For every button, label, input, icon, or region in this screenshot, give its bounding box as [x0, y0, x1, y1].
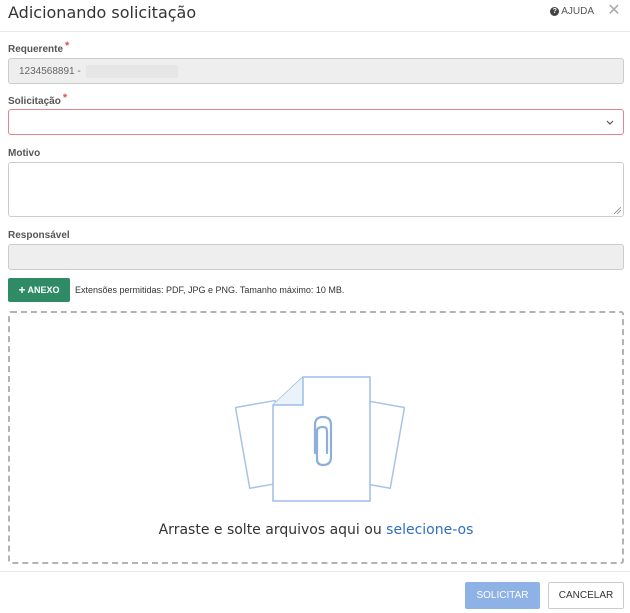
add-attachment-label: ANEXO: [27, 285, 60, 295]
requerente-value: 1234568891 -: [19, 66, 81, 78]
motivo-label: Motivo: [8, 148, 41, 159]
add-attachment-button[interactable]: + ANEXO: [8, 278, 70, 302]
select-files-link[interactable]: selecione-os: [386, 522, 473, 538]
cancel-button[interactable]: CANCELAR: [548, 582, 624, 609]
file-dropzone[interactable]: Arraste e solte arquivos aqui ou selecio…: [8, 311, 624, 564]
motivo-textarea[interactable]: [8, 162, 624, 217]
modal-header: Adicionando solicitação ? AJUDA ✕: [0, 0, 630, 32]
solicitacao-label: Solicitação *: [8, 92, 68, 107]
resize-handle-icon[interactable]: [614, 207, 621, 214]
requerente-label: Requerente *: [8, 40, 70, 55]
requerente-field: 1234568891 -: [8, 58, 624, 84]
redacted-name: [85, 65, 178, 78]
responsavel-label: Responsável: [8, 230, 70, 241]
close-icon[interactable]: ✕: [606, 3, 622, 19]
help-label: AJUDA: [561, 6, 594, 17]
submit-button[interactable]: SOLICITAR: [465, 582, 540, 609]
dropzone-text: Arraste e solte arquivos aqui ou selecio…: [10, 522, 622, 538]
responsavel-field: [8, 244, 624, 270]
solicitacao-select[interactable]: [8, 109, 624, 135]
request-modal: Adicionando solicitação ? AJUDA ✕ Requer…: [0, 0, 630, 613]
question-circle-icon: ?: [550, 7, 560, 16]
plus-icon: +: [18, 283, 26, 297]
solicitacao-label-text: Solicitação: [8, 96, 61, 107]
modal-title: Adicionando solicitação: [8, 3, 197, 22]
allowed-extensions-text: Extensões permitidas: PDF, JPG e PNG. Ta…: [75, 285, 345, 295]
modal-footer-divider: [0, 571, 630, 572]
required-mark: *: [62, 92, 68, 104]
required-mark: *: [65, 40, 70, 52]
help-link[interactable]: ? AJUDA: [550, 6, 594, 17]
chevron-down-icon: [606, 120, 614, 125]
dropzone-instruction: Arraste e solte arquivos aqui ou: [158, 522, 382, 538]
requerente-label-text: Requerente: [8, 44, 64, 55]
file-attachment-icon: [235, 376, 405, 502]
